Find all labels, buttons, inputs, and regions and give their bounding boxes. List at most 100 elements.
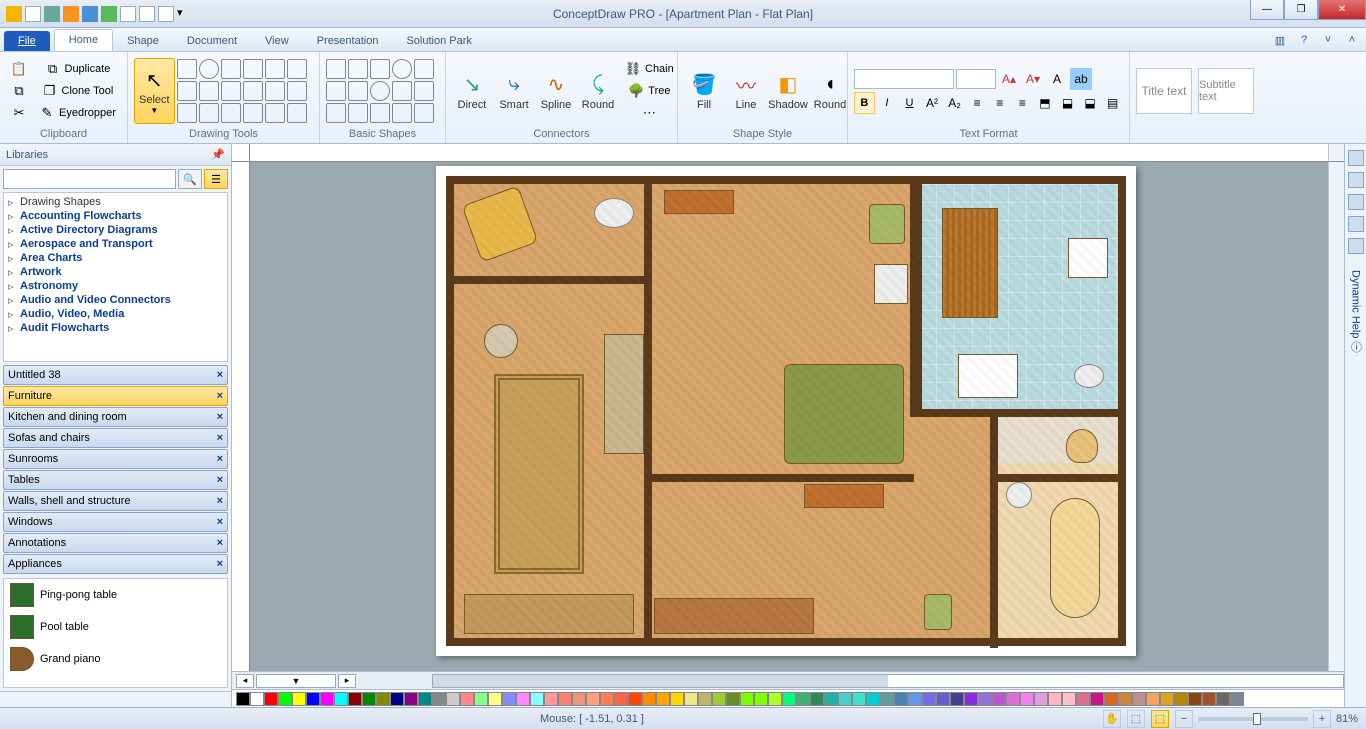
color-swatch[interactable]: [1020, 692, 1034, 706]
grow-font-button[interactable]: A▴: [998, 68, 1020, 90]
tree-toggle-button[interactable]: ☰: [204, 169, 228, 189]
duplicate-button[interactable]: ⧉Duplicate: [34, 58, 121, 80]
color-swatch[interactable]: [418, 692, 432, 706]
toilet-shape[interactable]: [1066, 429, 1098, 463]
lib-row[interactable]: Untitled 38×: [3, 365, 228, 385]
subscript-button[interactable]: A₂: [944, 92, 965, 114]
library-tree[interactable]: Drawing Shapes Accounting Flowcharts Act…: [3, 192, 228, 362]
tab-presentation[interactable]: Presentation: [303, 31, 393, 51]
close-lib-icon[interactable]: ×: [217, 411, 223, 423]
italic-button[interactable]: I: [877, 92, 898, 114]
highlight-button[interactable]: ab: [1070, 68, 1092, 90]
lib-row[interactable]: Sofas and chairs×: [3, 428, 228, 448]
line-button[interactable]: 〰Line: [726, 58, 766, 124]
round-button[interactable]: ◖Round: [810, 58, 850, 124]
font-size-combo[interactable]: [956, 69, 996, 89]
font-family-combo[interactable]: [854, 69, 954, 89]
color-swatch[interactable]: [810, 692, 824, 706]
align-bottom-button[interactable]: ⬓: [1080, 92, 1101, 114]
align-left-button[interactable]: ≡: [967, 92, 988, 114]
color-swatch[interactable]: [1090, 692, 1104, 706]
color-swatch[interactable]: [474, 692, 488, 706]
color-swatch[interactable]: [1006, 692, 1020, 706]
lib-row[interactable]: Appliances×: [3, 554, 228, 574]
color-swatch[interactable]: [516, 692, 530, 706]
rail-icon[interactable]: [1348, 150, 1364, 166]
color-swatch[interactable]: [922, 692, 936, 706]
color-swatch[interactable]: [852, 692, 866, 706]
color-swatch[interactable]: [964, 692, 978, 706]
color-swatch[interactable]: [712, 692, 726, 706]
close-lib-icon[interactable]: ×: [217, 495, 223, 507]
file-tab[interactable]: File: [4, 31, 50, 51]
tab-view[interactable]: View: [251, 31, 303, 51]
canvas-viewport[interactable]: [250, 162, 1328, 671]
color-swatch[interactable]: [586, 692, 600, 706]
drawing-tool-grid[interactable]: [177, 59, 307, 123]
cabinet-shape[interactable]: [464, 594, 634, 634]
tree-item[interactable]: Audio and Video Connectors: [6, 293, 225, 307]
bathtub-shape[interactable]: [1050, 498, 1100, 618]
color-swatch[interactable]: [488, 692, 502, 706]
search-input[interactable]: [3, 169, 176, 189]
sofa-shape[interactable]: [784, 364, 904, 464]
wall[interactable]: [990, 474, 1118, 482]
chain-connector[interactable]: ⛓Chain: [620, 58, 679, 80]
clone-tool-button[interactable]: ❐Clone Tool: [34, 80, 121, 102]
kitchen-sink-shape[interactable]: [1074, 364, 1104, 388]
tool-icon[interactable]: ⬚: [1151, 710, 1169, 728]
shapes-list[interactable]: Ping-pong table Pool table Grand piano: [3, 578, 228, 688]
color-swatch[interactable]: [1202, 692, 1216, 706]
spline-connector[interactable]: ∿Spline: [536, 58, 576, 124]
close-lib-icon[interactable]: ×: [217, 558, 223, 570]
close-lib-icon[interactable]: ×: [217, 537, 223, 549]
color-swatch[interactable]: [978, 692, 992, 706]
tab-document[interactable]: Document: [173, 31, 251, 51]
wall[interactable]: [990, 416, 998, 648]
color-swatch[interactable]: [390, 692, 404, 706]
tab-home[interactable]: Home: [54, 29, 113, 51]
color-swatch[interactable]: [768, 692, 782, 706]
vertical-scrollbar[interactable]: [1328, 162, 1344, 671]
sidebar-hscroll[interactable]: [0, 691, 231, 707]
chair-shape[interactable]: [924, 594, 952, 630]
color-swatch[interactable]: [1216, 692, 1230, 706]
color-swatch[interactable]: [950, 692, 964, 706]
align-middle-button[interactable]: ⬓: [1057, 92, 1078, 114]
color-swatch[interactable]: [572, 692, 586, 706]
align-center-button[interactable]: ≡: [989, 92, 1010, 114]
color-swatch[interactable]: [908, 692, 922, 706]
color-swatch[interactable]: [614, 692, 628, 706]
floor-plan[interactable]: [446, 176, 1126, 646]
color-swatch[interactable]: [740, 692, 754, 706]
underline-button[interactable]: U: [899, 92, 920, 114]
smart-connector[interactable]: ⤷Smart: [494, 58, 534, 124]
color-swatch[interactable]: [1174, 692, 1188, 706]
stool-shape[interactable]: [484, 324, 518, 358]
cut-button[interactable]: ✂: [6, 102, 32, 124]
scroll-thumb[interactable]: [433, 675, 888, 687]
paste-button[interactable]: 📋: [6, 58, 32, 80]
select-tool[interactable]: ↖ Select ▼: [134, 58, 175, 124]
round-connector[interactable]: ⤹Round: [578, 58, 618, 124]
color-swatch[interactable]: [278, 692, 292, 706]
color-swatch[interactable]: [992, 692, 1006, 706]
dining-table-shape[interactable]: [942, 208, 998, 318]
color-swatch[interactable]: [1048, 692, 1062, 706]
connector-more[interactable]: ⋯: [620, 102, 679, 124]
color-swatch[interactable]: [880, 692, 894, 706]
color-swatch[interactable]: [670, 692, 684, 706]
color-swatch[interactable]: [1160, 692, 1174, 706]
wall[interactable]: [914, 184, 922, 416]
text-margin-button[interactable]: ▤: [1102, 92, 1123, 114]
color-swatch[interactable]: [726, 692, 740, 706]
color-swatch[interactable]: [684, 692, 698, 706]
vertical-ruler[interactable]: [232, 162, 250, 671]
color-swatch[interactable]: [1146, 692, 1160, 706]
bold-button[interactable]: B: [854, 92, 875, 114]
zoom-out-button[interactable]: −: [1175, 710, 1193, 728]
wall[interactable]: [910, 184, 918, 416]
color-swatch[interactable]: [866, 692, 880, 706]
tool-icon[interactable]: ⬚: [1127, 710, 1145, 728]
color-swatch[interactable]: [936, 692, 950, 706]
